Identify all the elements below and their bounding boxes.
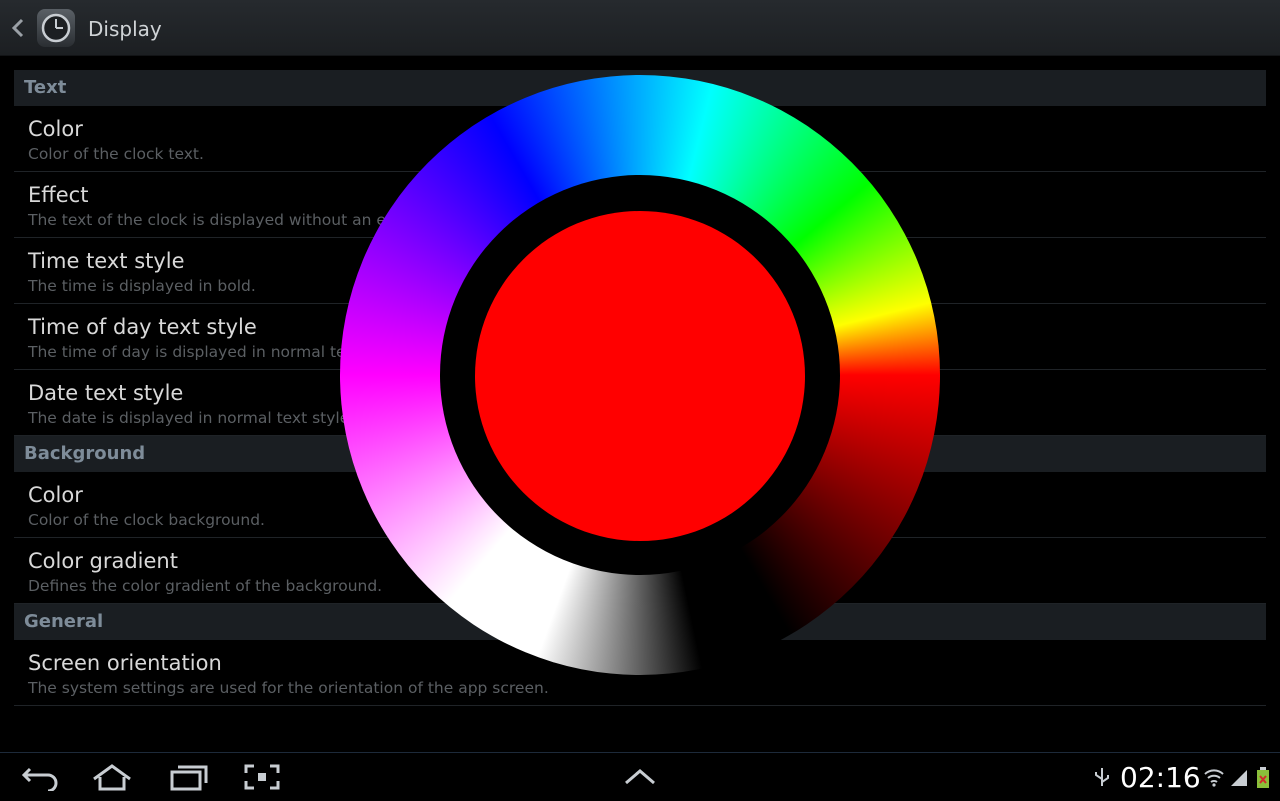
page-title: Display bbox=[88, 17, 162, 41]
back-chevron-icon[interactable] bbox=[10, 18, 26, 38]
color-picker-dialog bbox=[340, 75, 940, 675]
battery-icon bbox=[1257, 767, 1269, 788]
usb-icon bbox=[1095, 768, 1109, 786]
signal-icon bbox=[1231, 770, 1247, 786]
back-icon[interactable] bbox=[18, 763, 62, 791]
status-clock: 02:16 bbox=[1120, 761, 1201, 794]
chevron-up-icon[interactable] bbox=[618, 763, 662, 791]
action-bar: Display bbox=[0, 0, 1280, 56]
setting-subtitle: The system settings are used for the ori… bbox=[28, 679, 549, 697]
wifi-icon bbox=[1204, 769, 1224, 787]
screenshot-icon[interactable] bbox=[240, 763, 284, 791]
home-icon[interactable] bbox=[90, 763, 134, 791]
clock-app-icon[interactable] bbox=[37, 9, 75, 47]
selected-color-swatch[interactable] bbox=[475, 211, 805, 541]
system-bar: 02:16 bbox=[0, 752, 1280, 801]
recent-apps-icon[interactable] bbox=[166, 763, 210, 791]
